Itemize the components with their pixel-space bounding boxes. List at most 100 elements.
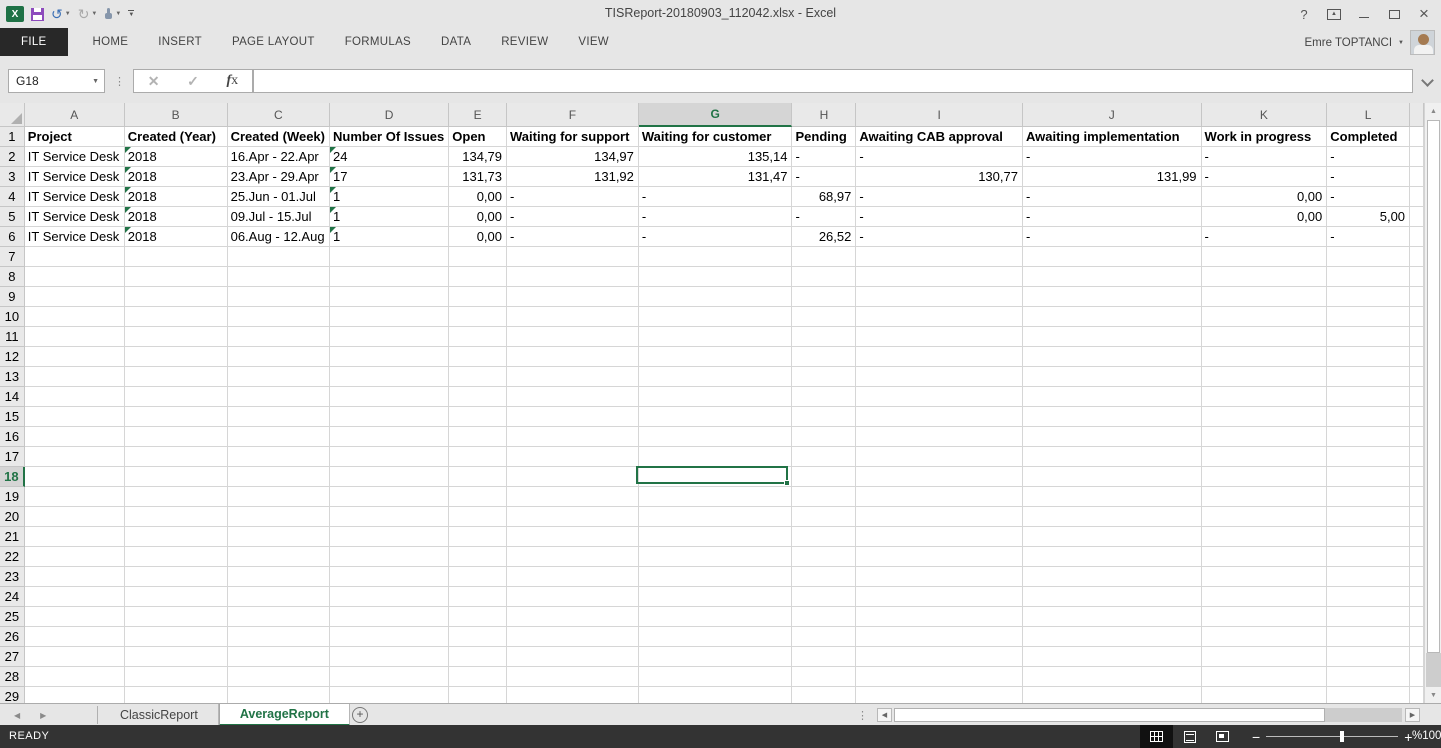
cell-L7[interactable] bbox=[1327, 247, 1410, 267]
cell-I26[interactable] bbox=[856, 627, 1023, 647]
column-header-partial[interactable] bbox=[1410, 103, 1424, 127]
cell-C1[interactable]: Created (Week) bbox=[228, 127, 330, 147]
cell-I10[interactable] bbox=[856, 307, 1023, 327]
row-header-26[interactable]: 26 bbox=[0, 627, 25, 647]
row-header-25[interactable]: 25 bbox=[0, 607, 25, 627]
cell-A19[interactable] bbox=[25, 487, 125, 507]
cell-J11[interactable] bbox=[1023, 327, 1202, 347]
cell-G1[interactable]: Waiting for customer bbox=[639, 127, 793, 147]
cell-F22[interactable] bbox=[507, 547, 639, 567]
cell-D12[interactable] bbox=[330, 347, 449, 367]
cell-J9[interactable] bbox=[1023, 287, 1202, 307]
cell-I3[interactable]: 130,77 bbox=[856, 167, 1023, 187]
cell-F8[interactable] bbox=[507, 267, 639, 287]
vertical-scrollbar-thumb[interactable] bbox=[1427, 120, 1440, 653]
column-header-E[interactable]: E bbox=[449, 103, 507, 127]
cell-F4[interactable]: - bbox=[507, 187, 639, 207]
cell-J27[interactable] bbox=[1023, 647, 1202, 667]
cell-B5[interactable]: 2018 bbox=[125, 207, 228, 227]
row-header-12[interactable]: 12 bbox=[0, 347, 25, 367]
cell-G16[interactable] bbox=[639, 427, 793, 447]
cell-C7[interactable] bbox=[228, 247, 330, 267]
cell-K24[interactable] bbox=[1202, 587, 1328, 607]
ribbon-tab-data[interactable]: DATA bbox=[426, 28, 486, 56]
cell-K1[interactable]: Work in progress bbox=[1202, 127, 1328, 147]
zoom-slider-thumb[interactable] bbox=[1340, 731, 1344, 742]
cell-partial-4[interactable] bbox=[1410, 187, 1424, 207]
ribbon-tab-page-layout[interactable]: PAGE LAYOUT bbox=[217, 28, 330, 56]
cell-L21[interactable] bbox=[1327, 527, 1410, 547]
column-header-L[interactable]: L bbox=[1327, 103, 1410, 127]
row-header-4[interactable]: 4 bbox=[0, 187, 25, 207]
cell-K23[interactable] bbox=[1202, 567, 1328, 587]
cell-partial-11[interactable] bbox=[1410, 327, 1424, 347]
cell-D22[interactable] bbox=[330, 547, 449, 567]
cell-partial-23[interactable] bbox=[1410, 567, 1424, 587]
cell-G3[interactable]: 131,47 bbox=[639, 167, 793, 187]
cell-C14[interactable] bbox=[228, 387, 330, 407]
cell-B9[interactable] bbox=[125, 287, 228, 307]
cell-E1[interactable]: Open bbox=[449, 127, 507, 147]
row-header-19[interactable]: 19 bbox=[0, 487, 25, 507]
cell-B17[interactable] bbox=[125, 447, 228, 467]
cell-C17[interactable] bbox=[228, 447, 330, 467]
cell-H26[interactable] bbox=[792, 627, 856, 647]
cell-K25[interactable] bbox=[1202, 607, 1328, 627]
sheet-prev-icon[interactable]: ◀ bbox=[14, 711, 20, 720]
cell-J6[interactable]: - bbox=[1023, 227, 1202, 247]
cell-G22[interactable] bbox=[639, 547, 793, 567]
row-header-28[interactable]: 28 bbox=[0, 667, 25, 687]
expand-formula-bar-icon[interactable] bbox=[1423, 76, 1432, 85]
cell-G10[interactable] bbox=[639, 307, 793, 327]
cell-D18[interactable] bbox=[330, 467, 449, 487]
cell-J3[interactable]: 131,99 bbox=[1023, 167, 1202, 187]
cell-B27[interactable] bbox=[125, 647, 228, 667]
cell-K3[interactable]: - bbox=[1202, 167, 1328, 187]
cell-D6[interactable]: 1 bbox=[330, 227, 449, 247]
cell-G21[interactable] bbox=[639, 527, 793, 547]
cell-L25[interactable] bbox=[1327, 607, 1410, 627]
scroll-up-icon[interactable]: ▲ bbox=[1426, 103, 1441, 119]
minimize-icon[interactable] bbox=[1349, 1, 1379, 27]
ribbon-tab-home[interactable]: HOME bbox=[78, 28, 144, 56]
cell-L26[interactable] bbox=[1327, 627, 1410, 647]
cell-K11[interactable] bbox=[1202, 327, 1328, 347]
ribbon-display-options-icon[interactable]: ▲ bbox=[1319, 1, 1349, 27]
name-box-dropdown-icon[interactable]: ▼ bbox=[92, 78, 99, 85]
cell-E5[interactable]: 0,00 bbox=[449, 207, 507, 227]
cell-L24[interactable] bbox=[1327, 587, 1410, 607]
cell-J24[interactable] bbox=[1023, 587, 1202, 607]
cell-partial-24[interactable] bbox=[1410, 587, 1424, 607]
cell-H28[interactable] bbox=[792, 667, 856, 687]
cell-H4[interactable]: 68,97 bbox=[792, 187, 856, 207]
cell-D14[interactable] bbox=[330, 387, 449, 407]
cell-E22[interactable] bbox=[449, 547, 507, 567]
cell-F16[interactable] bbox=[507, 427, 639, 447]
cell-A2[interactable]: IT Service Desk bbox=[25, 147, 125, 167]
cell-E8[interactable] bbox=[449, 267, 507, 287]
cell-D29[interactable] bbox=[330, 687, 449, 703]
cell-partial-16[interactable] bbox=[1410, 427, 1424, 447]
scroll-right-icon[interactable]: ▶ bbox=[1405, 708, 1420, 722]
cell-G20[interactable] bbox=[639, 507, 793, 527]
cell-H8[interactable] bbox=[792, 267, 856, 287]
cell-I5[interactable]: - bbox=[856, 207, 1023, 227]
cell-J16[interactable] bbox=[1023, 427, 1202, 447]
cell-J20[interactable] bbox=[1023, 507, 1202, 527]
cell-F13[interactable] bbox=[507, 367, 639, 387]
cell-F19[interactable] bbox=[507, 487, 639, 507]
cell-A3[interactable]: IT Service Desk bbox=[25, 167, 125, 187]
cell-D16[interactable] bbox=[330, 427, 449, 447]
cell-A11[interactable] bbox=[25, 327, 125, 347]
cell-K18[interactable] bbox=[1202, 467, 1328, 487]
cell-J26[interactable] bbox=[1023, 627, 1202, 647]
cell-D15[interactable] bbox=[330, 407, 449, 427]
cell-A20[interactable] bbox=[25, 507, 125, 527]
cell-C19[interactable] bbox=[228, 487, 330, 507]
cell-L10[interactable] bbox=[1327, 307, 1410, 327]
cell-G9[interactable] bbox=[639, 287, 793, 307]
cell-K6[interactable]: - bbox=[1202, 227, 1328, 247]
cell-I25[interactable] bbox=[856, 607, 1023, 627]
user-dropdown-icon[interactable]: ▼ bbox=[1398, 40, 1404, 46]
cell-I16[interactable] bbox=[856, 427, 1023, 447]
